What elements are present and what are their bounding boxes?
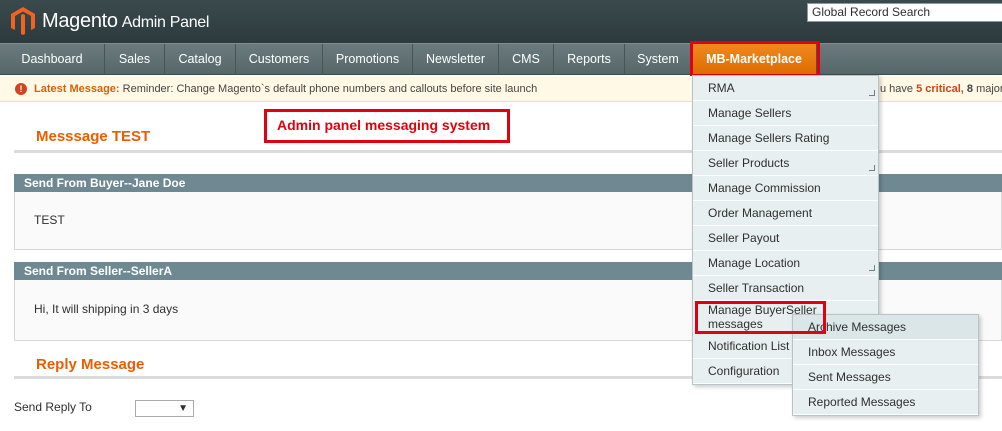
admin-page: Magento Admin Panel Global Record Search … — [0, 0, 1002, 431]
menu-item-manage-location[interactable]: Manage Location — [693, 251, 878, 276]
menu-item-seller-payout[interactable]: Seller Payout — [693, 226, 878, 251]
submenu-arrow-icon — [869, 165, 875, 171]
nav-promotions[interactable]: Promotions — [323, 44, 413, 75]
nav-system[interactable]: System — [625, 44, 692, 75]
menu-item-seller-transaction[interactable]: Seller Transaction — [693, 276, 878, 301]
menu-item-seller-products[interactable]: Seller Products — [693, 151, 878, 176]
messages-highlight-box — [695, 301, 826, 334]
header-bar: Magento Admin Panel Global Record Search — [0, 0, 1002, 43]
main-nav: Dashboard Sales Catalog Customers Promot… — [0, 43, 1002, 75]
submenu-arrow-icon — [869, 265, 875, 271]
submenu-item-sent-messages[interactable]: Sent Messages — [793, 365, 978, 390]
send-reply-to-label: Send Reply To — [14, 400, 92, 414]
submenu-item-reported-messages[interactable]: Reported Messages — [793, 390, 978, 415]
reply-title: Reply Message — [36, 356, 145, 373]
chevron-down-icon: ▼ — [178, 403, 188, 414]
page-title: Messsage TEST — [36, 128, 151, 145]
submenu-item-inbox-messages[interactable]: Inbox Messages — [793, 340, 978, 365]
magento-logo[interactable]: Magento Admin Panel — [10, 4, 209, 38]
menu-item-manage-sellers[interactable]: Manage Sellers — [693, 101, 878, 126]
critical-count[interactable]: 5 — [916, 83, 922, 95]
seller-message-text: Hi, It will shipping in 3 days — [34, 302, 179, 316]
logo-brand: Magento — [42, 9, 118, 32]
notice-message[interactable]: Reminder: Change Magento`s default phone… — [123, 83, 538, 95]
send-reply-to-select[interactable]: ▼ — [135, 400, 194, 417]
global-search-input[interactable]: Global Record Search — [807, 3, 1002, 22]
nav-customers[interactable]: Customers — [236, 44, 323, 75]
critical-label[interactable]: critical, — [925, 83, 964, 95]
menu-item-rma[interactable]: RMA — [693, 76, 878, 101]
nav-cms[interactable]: CMS — [499, 44, 554, 75]
notice-label: Latest Message: — [34, 83, 120, 95]
major-count[interactable]: 8 — [967, 83, 973, 95]
annotation-label: Admin panel messaging system — [264, 109, 510, 143]
nav-highlight-box — [690, 41, 820, 77]
menu-item-manage-sellers-rating[interactable]: Manage Sellers Rating — [693, 126, 878, 151]
major-label[interactable]: major, — [976, 83, 1002, 95]
magento-logo-icon — [11, 7, 35, 35]
alert-icon: ! — [15, 83, 27, 95]
menu-item-order-management[interactable]: Order Management — [693, 201, 878, 226]
notice-counts: u have 5 critical, 8 major, — [880, 83, 1002, 95]
nav-reports[interactable]: Reports — [554, 44, 625, 75]
submenu-arrow-icon — [869, 90, 875, 96]
nav-catalog[interactable]: Catalog — [165, 44, 236, 75]
logo-suffix: Admin Panel — [121, 13, 210, 31]
nav-sales[interactable]: Sales — [105, 44, 165, 75]
nav-newsletter[interactable]: Newsletter — [413, 44, 499, 75]
nav-dashboard[interactable]: Dashboard — [0, 44, 105, 75]
menu-item-manage-commission[interactable]: Manage Commission — [693, 176, 878, 201]
buyer-message-text: TEST — [34, 213, 65, 227]
